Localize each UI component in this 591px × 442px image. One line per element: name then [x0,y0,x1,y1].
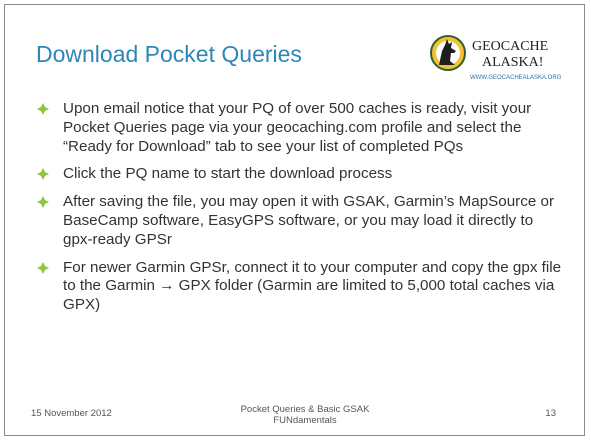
diamond-bullet-icon [37,196,49,209]
geocache-alaska-logo: GEOCACHE ALASKA! WWW.GEOCACHEALASKA.ORG [430,35,562,81]
bullet-item: Upon email notice that your PQ of over 5… [35,100,565,156]
bullet-item: After saving the file, you may open it w… [35,193,565,249]
bullet-text: Click the PQ name to start the download … [63,165,393,183]
bullet-text: After saving the file, you may open it w… [63,193,554,248]
diamond-bullet-icon [37,103,49,115]
diamond-bullet-icon [37,261,49,274]
bullet-item: For newer Garmin GPSr, connect it to you… [35,259,565,315]
bullet-text: For newer Garmin GPSr, connect it to you… [63,258,562,314]
footer-page-number: 13 [545,408,556,419]
diamond-bullet-icon [37,168,49,181]
footer-date: 15 November 2012 [31,408,112,419]
slide: Download Pocket Queries GEOCACHE ALASKA!… [4,4,585,436]
slide-title: Download Pocket Queries [36,41,302,67]
bullet-item: Click the PQ name to start the download … [35,165,565,184]
logo-text-alaska: ALASKA! [482,55,543,70]
logo-text-geocache: GEOCACHE [472,39,548,54]
footer-title: Pocket Queries & Basic GSAK FUNdamentals [240,404,370,426]
bullet-list: Upon email notice that your PQ of over 5… [35,100,565,324]
bullet-text: Upon email notice that your PQ of over 5… [63,100,532,155]
logo-url: WWW.GEOCACHEALASKA.ORG [470,75,562,81]
